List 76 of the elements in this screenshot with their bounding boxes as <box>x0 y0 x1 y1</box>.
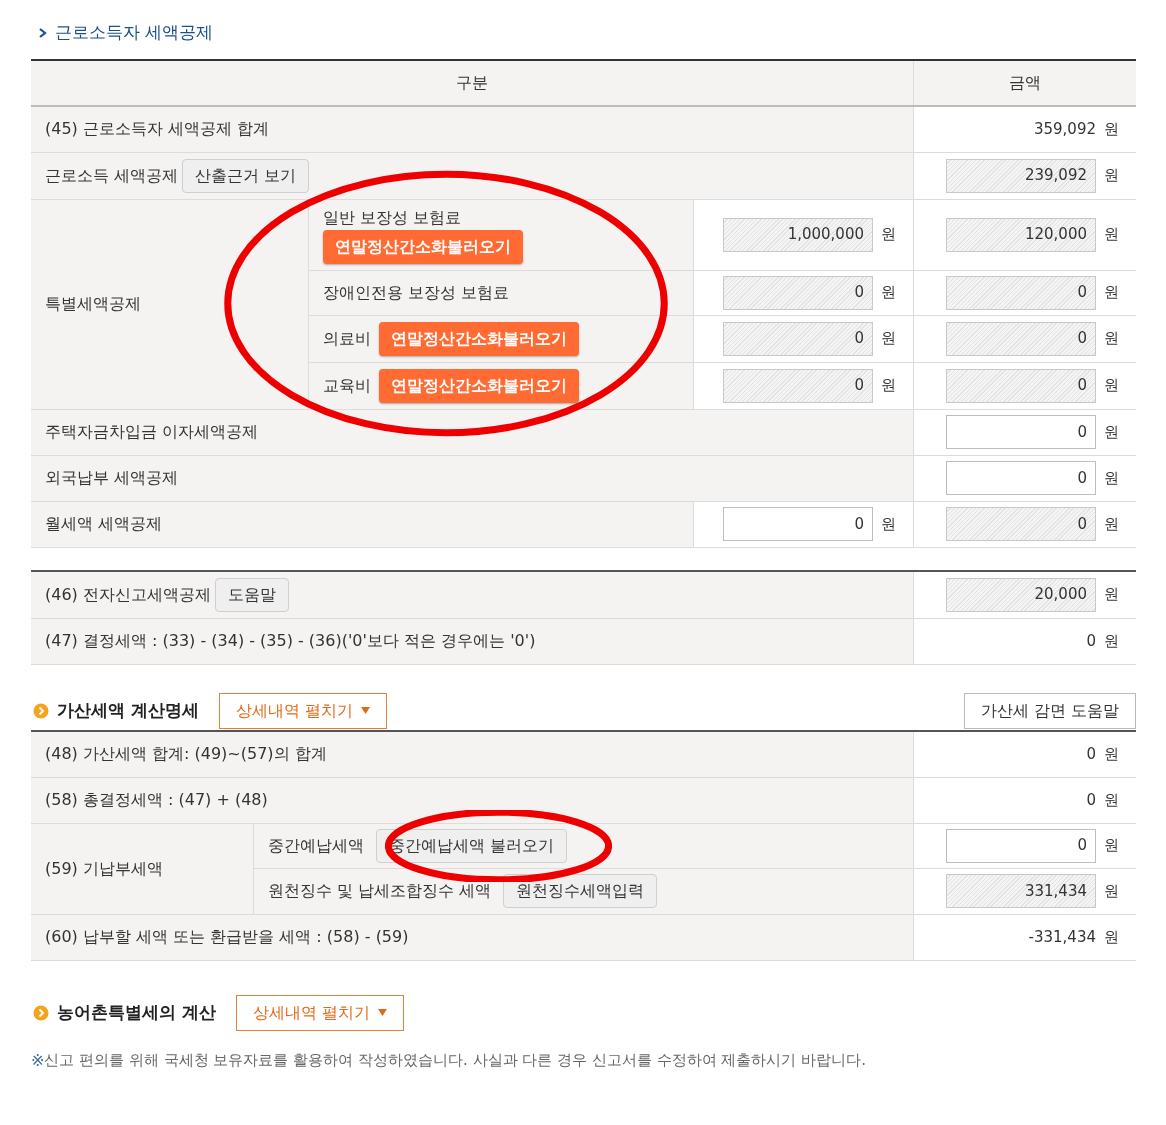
won-unit: 원 <box>881 282 897 304</box>
won-unit: 원 <box>1104 835 1120 857</box>
row-label: 근로소득 세액공제 <box>45 164 179 187</box>
won-unit: 원 <box>1104 630 1120 652</box>
section-heading: 가산세액 계산명세 <box>57 698 199 722</box>
won-unit: 원 <box>1104 789 1120 811</box>
amount-field: 0 <box>946 275 1096 310</box>
won-unit: 원 <box>881 224 897 246</box>
amount-field: 239,092 <box>946 158 1096 193</box>
row-label: (45) 근로소득자 세액공제 합계 <box>45 118 270 140</box>
row-label: (46) 전자신고세액공제 <box>45 583 211 606</box>
won-unit: 원 <box>881 375 897 397</box>
row-label: 주택자금차입금 이자세액공제 <box>45 421 259 443</box>
note-text: 신고 편의를 위해 국세청 보유자료를 활용하여 작성하였습니다. 사실과 다른 경우 신고서를 수정하여 제출하시기 바랍니다. <box>44 1050 866 1072</box>
row-label: (48) 가산세액 합계: (49)~(57)의 합계 <box>45 743 327 765</box>
action-button[interactable]: 산출근거 보기 <box>182 158 310 193</box>
amount-field: 331,434 <box>946 874 1096 908</box>
section-heading: 농어촌특별세의 계산 <box>57 1000 216 1024</box>
won-unit: 원 <box>1104 118 1120 140</box>
won-unit: 원 <box>1104 743 1120 765</box>
won-unit: 원 <box>1104 165 1120 187</box>
item-label: 원천징수 및 납세조합징수 세액 <box>268 880 492 902</box>
won-unit: 원 <box>1104 467 1120 489</box>
bullet-icon <box>33 1004 49 1021</box>
amount-field: 120,000 <box>946 217 1096 252</box>
bullet-icon <box>33 702 49 719</box>
column-header: 금액 <box>1009 71 1041 94</box>
won-unit: 원 <box>1104 328 1120 350</box>
row-label: 외국납부 세액공제 <box>45 467 179 489</box>
amount-field: 0 <box>723 368 873 403</box>
amount-field: 0 <box>723 321 873 356</box>
amount-field[interactable]: 0 <box>946 461 1096 495</box>
amount-field[interactable]: 0 <box>946 415 1096 449</box>
row-label: 특별세액공제 <box>45 293 141 315</box>
row-label: (47) 결정세액 : (33) - (34) - (35) - (36)('0'보다 적은 경우에는 '0') <box>45 630 536 652</box>
row-label: (58) 총결정세액 : (47) + (48) <box>45 789 268 811</box>
section-title: 근로소득자 세액공제 <box>55 21 214 44</box>
help-button[interactable]: 가산세 감면 도움말 <box>963 692 1136 729</box>
amount-field: 0 <box>946 507 1096 541</box>
amount-value: 0 <box>1086 743 1096 765</box>
caret-icon <box>361 707 370 714</box>
amount-value: 359,092 <box>1033 118 1096 140</box>
won-unit: 원 <box>881 328 897 350</box>
won-unit: 원 <box>1104 513 1120 535</box>
won-unit: 원 <box>1104 375 1120 397</box>
item-label: 중간예납세액 <box>268 834 364 857</box>
item-label: 의료비 <box>323 327 371 350</box>
action-button[interactable]: 원천징수세액입력 <box>503 874 658 908</box>
caret-icon <box>378 1009 387 1016</box>
amount-field: 20,000 <box>946 577 1096 612</box>
item-label: 일반 보장성 보험료 <box>323 206 462 229</box>
won-unit: 원 <box>881 513 897 535</box>
item-label: 장애인전용 보장성 보험료 <box>323 281 510 304</box>
action-button[interactable]: 도움말 <box>214 577 289 612</box>
amount-field: 1,000,000 <box>723 217 873 252</box>
won-unit: 원 <box>1104 421 1120 443</box>
won-unit: 원 <box>1104 282 1120 304</box>
won-unit: 원 <box>1104 224 1120 246</box>
amount-value: 0 <box>1086 789 1096 811</box>
row-label: 월세액 세액공제 <box>45 513 163 535</box>
won-unit: 원 <box>1104 880 1120 902</box>
row-label: (60) 납부할 세액 또는 환급받을 세액 : (58) - (59) <box>45 926 409 948</box>
amount-value: 0 <box>1086 630 1096 652</box>
amount-field: 0 <box>946 321 1096 356</box>
chevron-icon <box>39 27 47 38</box>
note-mark: ※ <box>31 1049 45 1072</box>
column-header: 구분 <box>456 71 488 94</box>
amount-field[interactable]: 0 <box>946 828 1096 863</box>
amount-value: -331,434 <box>1028 926 1096 948</box>
won-unit: 원 <box>1104 926 1120 948</box>
amount-field[interactable]: 0 <box>723 507 873 541</box>
row-label: (59) 기납부세액 <box>45 857 163 880</box>
amount-field: 0 <box>723 275 873 310</box>
amount-field: 0 <box>946 368 1096 403</box>
won-unit: 원 <box>1104 584 1120 606</box>
item-label: 교육비 <box>323 374 371 397</box>
